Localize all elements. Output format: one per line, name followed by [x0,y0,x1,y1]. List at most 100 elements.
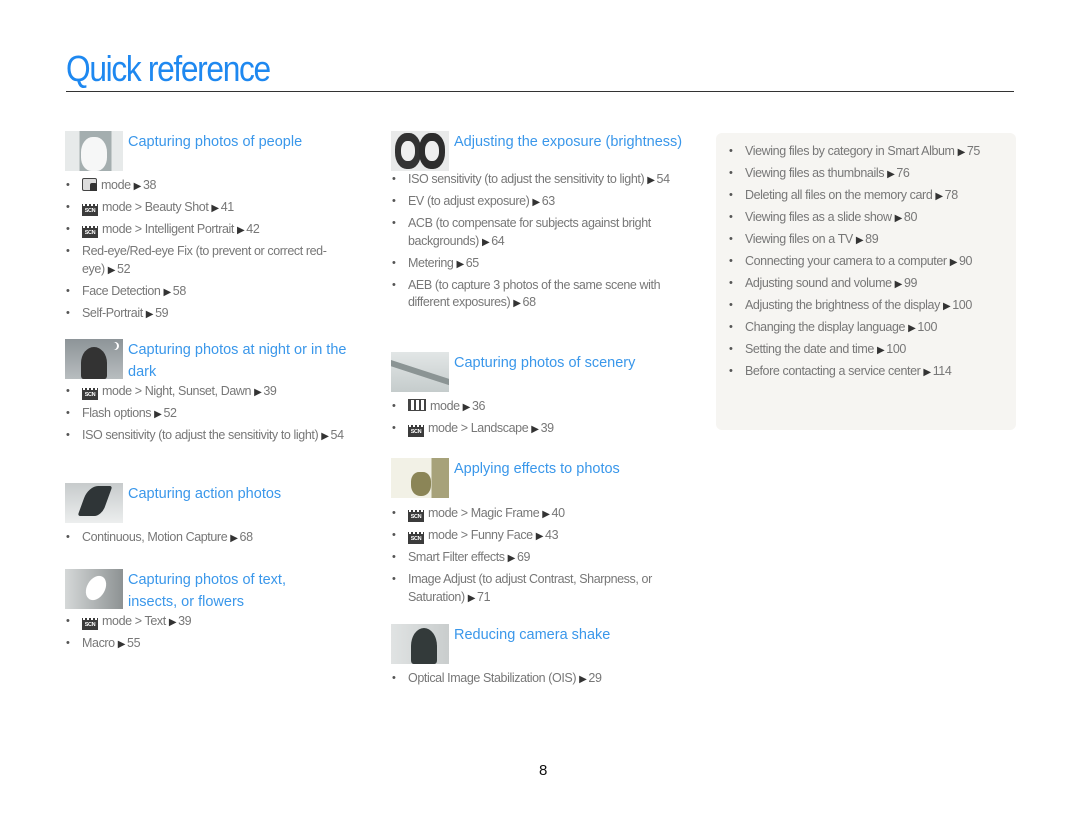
snowboarder-image [65,483,123,523]
section-title[interactable]: Capturing photos of scenery [454,352,635,374]
page-reference[interactable]: 59 [155,306,169,320]
page-arrow-icon: ▶ [507,553,516,564]
list-item[interactable]: Optical Image Stabilization (OIS)▶29 [391,670,691,689]
list-item[interactable]: Image Adjust (to adjust Contrast, Sharpn… [391,571,691,607]
waving-person-image [391,624,449,664]
page-arrow-icon: ▶ [117,639,126,650]
list-item[interactable]: AEB (to capture 3 photos of the same sce… [391,277,691,313]
list-item[interactable]: SCN mode > Text▶39 [65,613,325,632]
section-text-flowers: Capturing photos of text, insects, or fl… [65,569,325,657]
page-reference[interactable]: 52 [163,406,177,420]
list-item[interactable]: Viewing files on a TV▶89 [728,231,1008,250]
page-reference[interactable]: 54 [331,428,345,442]
page-reference[interactable]: 89 [865,232,879,246]
list-item[interactable]: SCN mode > Funny Face▶43 [391,527,691,546]
page-arrow-icon: ▶ [237,225,245,236]
list-item[interactable]: SCN mode > Beauty Shot▶41 [65,199,360,218]
page-reference[interactable]: 100 [886,342,906,356]
vase-image [391,458,449,498]
list-item[interactable]: SCN mode > Intelligent Portrait▶42 [65,221,360,240]
list-item[interactable]: mode▶36 [391,398,691,417]
list-item[interactable]: Adjusting sound and volume▶99 [728,275,1008,294]
list-item[interactable]: ISO sensitivity (to adjust the sensitivi… [391,171,691,190]
page-reference[interactable]: 99 [904,276,918,290]
page-reference[interactable]: 75 [967,144,981,158]
list-item[interactable]: EV (to adjust exposure)▶63 [391,193,691,212]
list-item[interactable]: Viewing files by category in Smart Album… [728,143,1008,162]
page-reference[interactable]: 55 [127,636,141,650]
couple-faces-image [391,131,449,171]
page-reference[interactable]: 68 [240,530,254,544]
list-item[interactable]: Flash options▶52 [65,405,365,424]
page-reference[interactable]: 64 [491,234,505,248]
item-text: Before contacting a service center [745,364,921,378]
page-reference[interactable]: 54 [657,172,671,186]
list-item[interactable]: SCN mode > Magic Frame▶40 [391,505,691,524]
list-item[interactable]: ISO sensitivity (to adjust the sensitivi… [65,427,365,446]
section-title[interactable]: Applying effects to photos [454,458,620,480]
page-reference[interactable]: 40 [552,506,566,520]
page-reference[interactable]: 100 [917,320,937,334]
scene-mode-icon: SCN [82,204,98,216]
list-item[interactable]: mode▶38 [65,177,360,196]
page-reference[interactable]: 41 [221,200,235,214]
page-arrow-icon: ▶ [163,286,171,298]
list-item[interactable]: Viewing files as thumbnails▶76 [728,165,1008,184]
list-item[interactable]: Setting the date and time▶100 [728,341,1008,360]
page-reference[interactable]: 80 [904,210,918,224]
page-reference[interactable]: 114 [933,364,952,378]
section-shake: Reducing camera shake Optical Image Stab… [391,624,691,692]
page-reference[interactable]: 69 [517,550,531,564]
section-title[interactable]: Adjusting the exposure (brightness) [454,131,682,153]
list-item[interactable]: Self-Portrait▶59 [65,305,360,324]
page-arrow-icon: ▶ [942,301,951,312]
page-reference[interactable]: 39 [178,614,192,628]
list-item[interactable]: Red-eye/Red-eye Fix (to prevent or corre… [65,243,360,279]
list-item[interactable]: Adjusting the brightness of the display▶… [728,297,1008,316]
list-item[interactable]: Viewing files as a slide show▶80 [728,209,1008,228]
section-title[interactable]: Capturing photos at night or in the dark [128,339,365,383]
page-reference[interactable]: 38 [143,178,157,192]
page-reference[interactable]: 36 [472,399,486,413]
page-reference[interactable]: 43 [545,528,559,542]
page-reference[interactable]: 29 [588,671,602,685]
page-reference[interactable]: 58 [173,284,187,298]
list-item[interactable]: Before contacting a service center▶114 [728,363,1008,382]
list-item[interactable]: Metering▶65 [391,255,691,274]
list-item[interactable]: Face Detection▶58 [65,283,360,302]
page-reference[interactable]: 52 [117,262,131,276]
page-reference[interactable]: 39 [541,421,555,435]
section-action: Capturing action photos Continuous, Moti… [65,483,365,551]
list-item[interactable]: SCN mode > Night, Sunset, Dawn▶39 [65,383,365,402]
list-item[interactable]: ACB (to compensate for subjects against … [391,215,691,251]
section-title[interactable]: Reducing camera shake [454,624,610,646]
page-reference[interactable]: 90 [959,254,973,268]
page-reference[interactable]: 39 [263,384,277,398]
list-item[interactable]: Continuous, Motion Capture▶68 [65,529,365,548]
list-item[interactable]: SCN mode > Landscape▶39 [391,420,691,439]
section-title[interactable]: Capturing photos of people [128,131,302,153]
page-reference[interactable]: 63 [542,194,556,208]
section-exposure: Adjusting the exposure (brightness) ISO … [391,131,691,316]
page-reference[interactable]: 78 [945,188,959,202]
page-reference[interactable]: 68 [523,295,537,309]
section-title[interactable]: Capturing photos of text, insects, or fl… [128,569,325,613]
page-reference[interactable]: 100 [952,298,972,312]
scene-mode-icon: SCN [408,425,424,437]
item-list: SCNmode > Text▶39 Macro▶55 [65,613,325,654]
item-text: Continuous, Motion Capture [82,530,228,544]
list-item[interactable]: Smart Filter effects▶69 [391,549,691,568]
flower-image [65,569,123,609]
list-item[interactable]: Deleting all files on the memory card▶78 [728,187,1008,206]
section-title[interactable]: Capturing action photos [128,483,281,505]
list-item[interactable]: Macro▶55 [65,635,325,654]
item-list: mode▶38 SCNmode > Beauty Shot▶41 SCNmode >… [65,177,360,323]
page-reference[interactable]: 71 [477,590,491,604]
list-item[interactable]: Changing the display language▶100 [728,319,1008,338]
item-text: Connecting your camera to a computer [745,254,947,268]
item-list: SCNmode > Night, Sunset, Dawn▶39 Flash op… [65,383,365,446]
page-reference[interactable]: 42 [246,222,260,236]
page-reference[interactable]: 65 [466,256,480,270]
page-reference[interactable]: 76 [896,166,910,180]
list-item[interactable]: Connecting your camera to a computer▶90 [728,253,1008,272]
